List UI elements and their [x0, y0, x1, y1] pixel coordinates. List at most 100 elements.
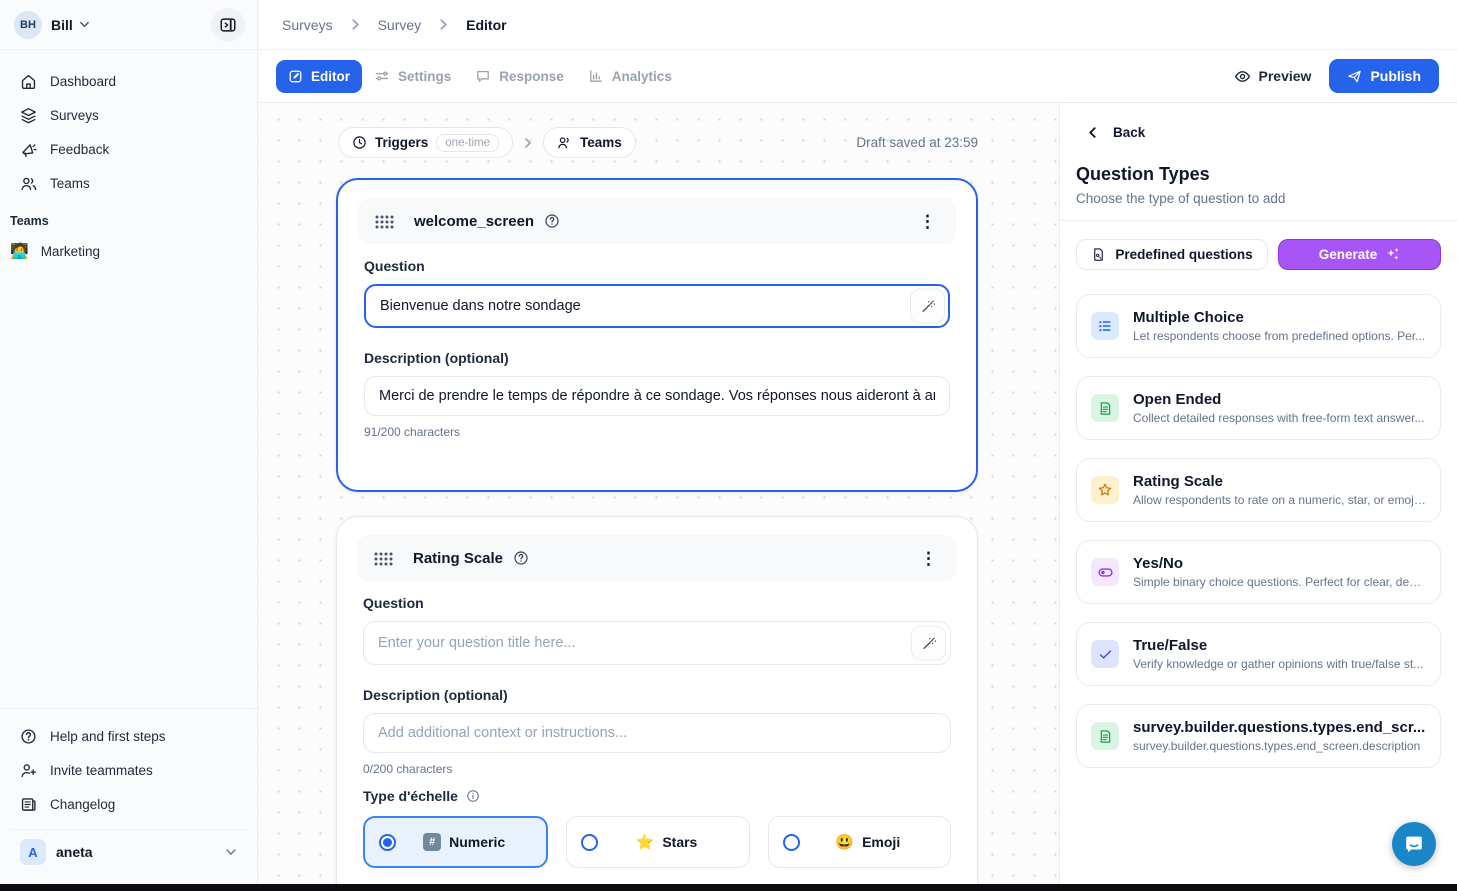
tab-settings[interactable]: Settings [362, 59, 463, 93]
type-title: Rating Scale [1133, 473, 1426, 490]
publish-label: Publish [1370, 68, 1421, 84]
canvas-chips-row: Triggers one-time Teams Draft saved at 2… [338, 127, 978, 158]
panel-subtitle: Choose the type of question to add [1060, 185, 1457, 220]
question-title-input[interactable] [363, 621, 951, 665]
panel-actions: Predefined questions Generate [1060, 221, 1457, 276]
scale-option-numeric[interactable]: # Numeric [363, 816, 548, 868]
chevron-left-icon [1086, 126, 1099, 139]
account-name: aneta [56, 844, 93, 860]
type-title: Yes/No [1133, 555, 1426, 572]
bottom-edge-bar [0, 884, 1457, 891]
team-emoji: 🧑‍💻 [10, 242, 29, 260]
type-description: Collect detailed responses with free-for… [1133, 411, 1424, 425]
drag-handle-icon[interactable] [373, 551, 393, 566]
description-field-label: Description (optional) [364, 350, 950, 366]
builder-canvas[interactable]: Triggers one-time Teams Draft saved at 2… [258, 103, 1059, 884]
magic-wand-icon [920, 298, 936, 314]
user-plus-icon [20, 762, 37, 779]
question-card-title: welcome_screen [414, 213, 534, 230]
breadcrumb-surveys[interactable]: Surveys [282, 17, 333, 33]
preview-button[interactable]: Preview [1234, 68, 1312, 85]
scale-option-emoji[interactable]: 😃 Emoji [768, 816, 951, 868]
type-card-rating-scale[interactable]: Rating Scale Allow respondents to rate o… [1076, 458, 1441, 522]
tab-analytics[interactable]: Analytics [576, 59, 684, 93]
tab-label: Analytics [612, 69, 672, 84]
help-icon[interactable] [544, 213, 560, 229]
changelog-icon [20, 796, 37, 813]
generate-button[interactable]: Generate [1278, 239, 1441, 270]
question-field-label: Question [363, 595, 951, 611]
account-avatar: A [20, 839, 46, 865]
type-card-end-screen[interactable]: survey.builder.questions.types.end_scr..… [1076, 704, 1441, 768]
back-label: Back [1113, 125, 1145, 140]
card-menu-kebab-icon[interactable]: ⋮ [914, 546, 943, 571]
scale-type-options: # Numeric ⭐ Stars 😃 Emoji [363, 816, 951, 868]
tab-editor[interactable]: Editor [276, 60, 362, 93]
type-description: Allow respondents to rate on a numeric, … [1133, 493, 1426, 507]
question-field-label: Question [364, 258, 950, 274]
description-input[interactable] [364, 376, 950, 416]
type-title: Open Ended [1133, 391, 1424, 408]
breadcrumb-survey[interactable]: Survey [378, 17, 422, 33]
type-description: Let respondents choose from predefined o… [1133, 329, 1425, 343]
file-icon [1091, 247, 1106, 262]
card-menu-kebab-icon[interactable]: ⋮ [913, 209, 942, 234]
sidebar-item-dashboard[interactable]: Dashboard [10, 64, 247, 98]
publish-button[interactable]: Publish [1329, 59, 1439, 93]
pencil-square-icon [288, 69, 303, 84]
workspace-header: BH Bill [0, 0, 257, 50]
sidebar-item-help[interactable]: Help and first steps [10, 719, 247, 753]
help-icon[interactable] [513, 550, 529, 566]
scale-type-label: Type d'échelle [363, 788, 951, 804]
multiple-choice-list-icon [1091, 312, 1119, 340]
sidebar-item-invite[interactable]: Invite teammates [10, 753, 247, 787]
type-card-true-false[interactable]: True/False Verify knowledge or gather op… [1076, 622, 1441, 686]
users-icon [20, 175, 37, 192]
sparkles-icon [1385, 247, 1400, 262]
drag-handle-icon[interactable] [374, 214, 394, 229]
sidebar-item-surveys[interactable]: Surveys [10, 98, 247, 132]
teams-chip[interactable]: Teams [543, 127, 636, 158]
predefined-questions-label: Predefined questions [1115, 247, 1252, 262]
bar-chart-icon [588, 68, 604, 84]
type-card-open-ended[interactable]: Open Ended Collect detailed responses wi… [1076, 376, 1441, 440]
magic-wand-icon [921, 635, 937, 651]
type-title: True/False [1133, 637, 1423, 654]
question-card-header: Rating Scale ⋮ [357, 535, 957, 581]
users-icon [557, 135, 572, 150]
radio-unselected [581, 834, 598, 851]
account-menu[interactable]: A aneta [10, 829, 247, 869]
sidebar-item-marketing[interactable]: 🧑‍💻 Marketing [0, 234, 257, 268]
sidebar-collapse-button[interactable] [211, 8, 245, 42]
predefined-questions-button[interactable]: Predefined questions [1076, 239, 1268, 270]
tab-label: Response [499, 69, 564, 84]
type-card-yes-no[interactable]: Yes/No Simple binary choice questions. P… [1076, 540, 1441, 604]
info-icon [466, 789, 480, 803]
tab-label: Editor [311, 69, 350, 84]
question-card-rating-scale[interactable]: Rating Scale ⋮ Question Description (opt… [336, 516, 978, 884]
back-button[interactable]: Back [1060, 103, 1457, 140]
radio-selected [379, 834, 396, 851]
type-card-multiple-choice[interactable]: Multiple Choice Let respondents choose f… [1076, 294, 1441, 358]
chat-launcher-button[interactable] [1392, 822, 1436, 866]
question-title-input[interactable] [364, 284, 950, 328]
chevron-right-icon [437, 18, 450, 31]
question-card-welcome-screen[interactable]: welcome_screen ⋮ Question Description (o… [336, 178, 978, 492]
description-input[interactable] [363, 713, 951, 753]
tab-response[interactable]: Response [463, 59, 576, 93]
ai-wand-button[interactable] [911, 626, 946, 661]
sidebar-item-label: Teams [50, 176, 90, 191]
char-count: 91/200 characters [364, 425, 950, 439]
scale-option-label: Numeric [449, 834, 505, 850]
sidebar-item-feedback[interactable]: Feedback [10, 132, 247, 166]
triggers-chip[interactable]: Triggers one-time [338, 127, 513, 158]
scale-option-stars[interactable]: ⭐ Stars [566, 816, 749, 868]
sidebar-item-teams[interactable]: Teams [10, 166, 247, 200]
tab-label: Settings [398, 69, 451, 84]
workspace-name[interactable]: Bill [51, 17, 73, 33]
sidebar-item-changelog[interactable]: Changelog [10, 787, 247, 821]
type-description: Verify knowledge or gather opinions with… [1133, 657, 1423, 671]
chevron-down-icon [79, 19, 90, 30]
chevron-right-icon [522, 137, 534, 149]
ai-wand-button[interactable] [910, 289, 945, 324]
